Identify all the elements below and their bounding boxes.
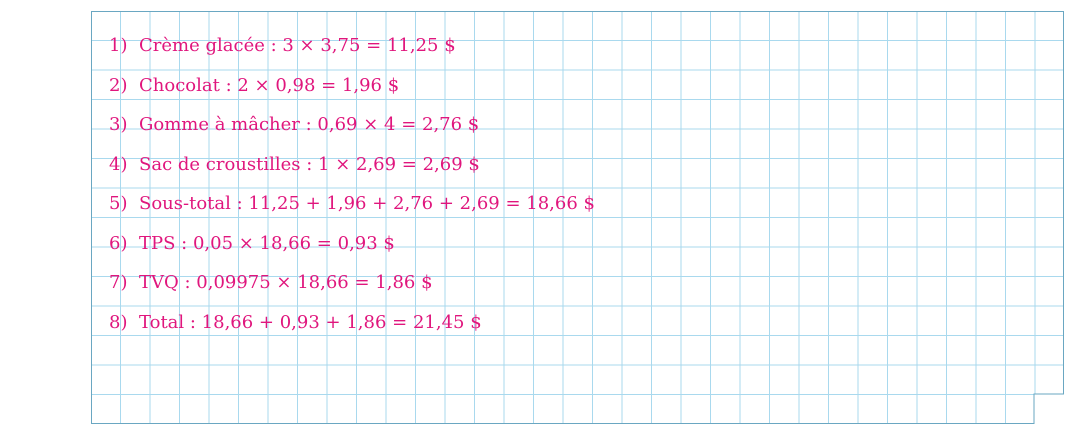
calculation-line: 3) Gomme à mâcher : 0,69 × 4 = 2,76 $ — [109, 110, 595, 150]
line-number: 1) — [109, 35, 128, 56]
calculation-line: 6) TPS : 0,05 × 18,66 = 0,93 $ — [109, 229, 595, 269]
line-number: 2) — [109, 74, 128, 96]
line-text: Chocolat : 2 × 0,98 = 1,96 $ — [139, 74, 400, 96]
line-text: Crème glacée : 3 × 3,75 = 11,25 $ — [139, 35, 456, 56]
calculation-line: 2) Chocolat : 2 × 0,98 = 1,96 $ — [109, 71, 595, 111]
calculation-list: 1) Crème glacée : 3 × 3,75 = 11,25 $ 2) Cho… — [109, 31, 595, 347]
line-text: TPS : 0,05 × 18,66 = 0,93 $ — [139, 232, 395, 254]
calculation-line: 8) Total : 18,66 + 0,93 + 1,86 = 21,45 $ — [109, 308, 595, 348]
line-text: TVQ : 0,09975 × 18,66 = 1,86 $ — [139, 272, 433, 293]
line-number: 5) — [109, 193, 128, 214]
calculation-line: 4) Sac de croustilles : 1 × 2,69 = 2,69 $ — [109, 150, 595, 190]
line-text: Gomme à mâcher : 0,69 × 4 = 2,76 $ — [139, 114, 480, 135]
line-number: 7) — [109, 272, 128, 293]
calculation-line: 5) Sous-total : 11,25 + 1,96 + 2,76 + 2,6… — [109, 189, 595, 229]
calculation-line: 1) Crème glacée : 3 × 3,75 = 11,25 $ — [109, 31, 595, 71]
line-number: 4) — [109, 153, 128, 175]
calculation-line: 7) TVQ : 0,09975 × 18,66 = 1,86 $ — [109, 268, 595, 308]
line-text: Sac de croustilles : 1 × 2,69 = 2,69 $ — [139, 153, 480, 175]
line-number: 3) — [109, 114, 128, 135]
line-text: Sous-total : 11,25 + 1,96 + 2,76 + 2,69 … — [139, 193, 595, 214]
line-text: Total : 18,66 + 0,93 + 1,86 = 21,45 $ — [139, 311, 482, 333]
line-number: 6) — [109, 232, 128, 254]
grid-paper-sheet: 1) Crème glacée : 3 × 3,75 = 11,25 $ 2) Cho… — [91, 11, 1064, 424]
line-number: 8) — [109, 311, 128, 333]
